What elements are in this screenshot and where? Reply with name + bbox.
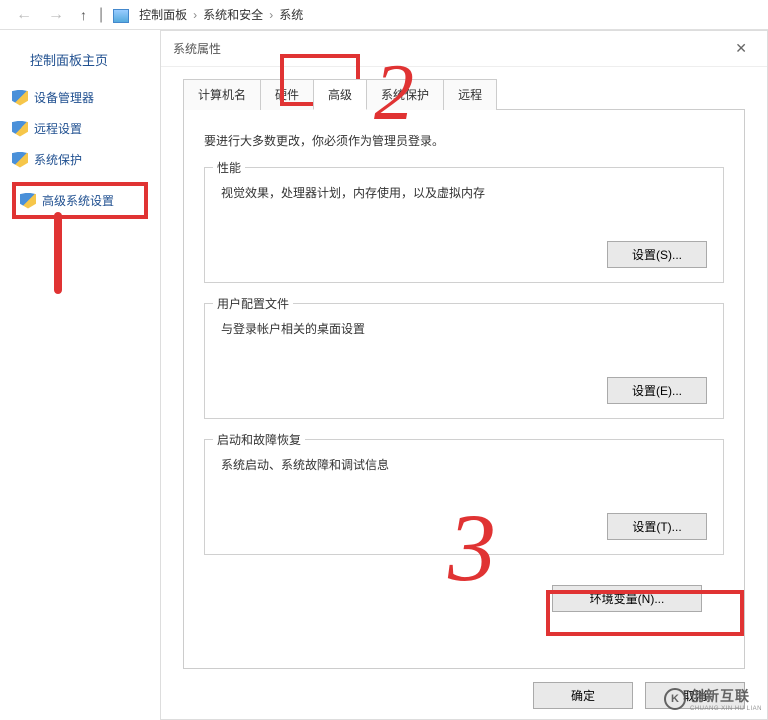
shield-icon [20,193,36,209]
group-title: 用户配置文件 [213,295,293,312]
tab-remote[interactable]: 远程 [443,79,497,110]
group-startup-recovery: 启动和故障恢复 系统启动、系统故障和调试信息 设置(T)... [204,439,724,555]
watermark-text: 创新互联 [690,686,762,706]
breadcrumb-system[interactable]: 系统 [275,4,307,25]
environment-variables-button[interactable]: 环境变量(N)... [552,585,702,612]
annotation-box-1: 高级系统设置 [12,182,148,219]
system-properties-dialog: 系统属性 ✕ 计算机名 硬件 高级 系统保护 远程 要进行大多数更改，你必须作为… [160,30,768,720]
breadcrumb: 控制面板 › 系统和安全 › 系统 [135,4,307,25]
tab-content: 要进行大多数更改，你必须作为管理员登录。 性能 视觉效果，处理器计划，内存使用，… [183,109,745,669]
sidebar-title[interactable]: 控制面板主页 [12,50,148,69]
tab-system-protection[interactable]: 系统保护 [366,79,444,110]
group-title: 启动和故障恢复 [213,431,305,448]
breadcrumb-root[interactable]: 控制面板 [135,4,191,25]
sidebar-item-protection[interactable]: 系统保护 [12,151,148,168]
watermark: K 创新互联 CHUANG XIN HU LIAN [664,686,762,712]
sidebar-item-label: 远程设置 [34,120,82,137]
back-arrow: ← [8,6,40,24]
sidebar-item-label: 高级系统设置 [42,192,114,209]
sidebar-item-label: 设备管理器 [34,89,94,106]
sidebar-item-advanced[interactable]: 高级系统设置 [20,192,140,209]
close-icon[interactable]: ✕ [727,36,755,61]
dialog-title: 系统属性 [173,40,221,57]
group-title: 性能 [213,159,245,176]
group-desc: 系统启动、系统故障和调试信息 [221,456,707,473]
group-user-profile: 用户配置文件 与登录帐户相关的桌面设置 设置(E)... [204,303,724,419]
annotation-1-stroke [54,212,62,294]
forward-arrow: → [40,6,72,24]
group-performance: 性能 视觉效果，处理器计划，内存使用，以及虚拟内存 设置(S)... [204,167,724,283]
group-desc: 与登录帐户相关的桌面设置 [221,320,707,337]
tab-computer-name[interactable]: 计算机名 [183,79,261,110]
sidebar-item-remote[interactable]: 远程设置 [12,120,148,137]
sidebar: 控制面板主页 设备管理器 远程设置 系统保护 高级系统设置 [0,30,160,720]
address-bar: ← → ↑ | 控制面板 › 系统和安全 › 系统 [0,0,768,30]
sidebar-item-device-manager[interactable]: 设备管理器 [12,89,148,106]
shield-icon [12,152,28,168]
watermark-subtext: CHUANG XIN HU LIAN [690,706,762,712]
up-arrow[interactable]: ↑ [72,7,95,23]
ok-button[interactable]: 确定 [533,682,633,709]
system-icon [113,9,129,23]
group-desc: 视觉效果，处理器计划，内存使用，以及虚拟内存 [221,184,707,201]
tab-bar: 计算机名 硬件 高级 系统保护 远程 [183,79,767,110]
admin-notice: 要进行大多数更改，你必须作为管理员登录。 [204,132,724,149]
settings-performance-button[interactable]: 设置(S)... [607,241,707,268]
breadcrumb-security[interactable]: 系统和安全 [199,4,267,25]
sidebar-item-label: 系统保护 [34,151,82,168]
settings-startup-button[interactable]: 设置(T)... [607,513,707,540]
tab-advanced[interactable]: 高级 [313,79,367,110]
shield-icon [12,90,28,106]
shield-icon [12,121,28,137]
settings-profile-button[interactable]: 设置(E)... [607,377,707,404]
watermark-logo-icon: K [664,688,686,710]
tab-hardware[interactable]: 硬件 [260,79,314,110]
